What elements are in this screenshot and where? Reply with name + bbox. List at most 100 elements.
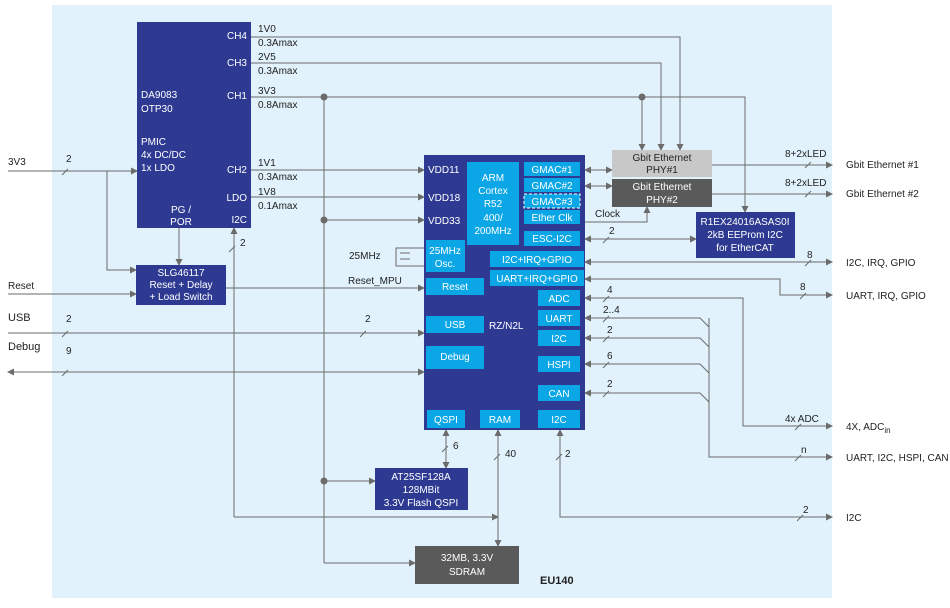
osc-label: Osc.	[435, 259, 456, 270]
eeprom-label: R1EX24016ASAS0I	[701, 217, 790, 228]
bus-width: 2	[66, 154, 72, 165]
junction-dot	[320, 216, 328, 224]
mpu-uart: UART	[545, 314, 572, 325]
eeprom-label: for EtherCAT	[716, 243, 774, 254]
cpu-label: ARM	[482, 173, 504, 184]
ether-clk: Ether Clk	[531, 213, 573, 224]
pmic-ldo: 1x LDO	[141, 163, 175, 174]
mpu-qspi: QSPI	[434, 415, 458, 426]
output-i2c-irq-gpio: I2C, IRQ, GPIO	[846, 258, 916, 269]
output-eth2: Gbit Ethernet #2	[846, 189, 919, 200]
phy1-label: Gbit Ethernet	[633, 153, 692, 164]
bus-width: 2	[565, 449, 571, 460]
eeprom-label: 2kB EEProm I2C	[707, 230, 783, 241]
slg-name: SLG46117	[157, 268, 205, 279]
sdram-block: 32MB, 3.3V SDRAM	[415, 546, 519, 584]
phy1-label: PHY#1	[646, 165, 678, 176]
phy2-block: Gbit Ethernet PHY#2	[612, 179, 712, 207]
esc-i2c: ESC-I2C	[532, 234, 571, 245]
rail-3v3-current: 0.8Amax	[258, 100, 297, 111]
flash-label: 128MBit	[403, 485, 440, 496]
bus-width: 40	[505, 449, 517, 460]
rail-1v1: 1V1	[258, 158, 276, 169]
rail-3v3: 3V3	[258, 86, 276, 97]
output-i2c: I2C	[846, 513, 862, 524]
mpu-hspi: HSPI	[547, 360, 570, 371]
pmic-type: PMIC	[141, 137, 166, 148]
outputs: Gbit Ethernet #1 Gbit Ethernet #2 I2C, I…	[846, 160, 949, 524]
pmic-name: DA9083	[141, 90, 178, 101]
crystal-label: 25MHz	[349, 251, 381, 262]
mpu-reset: Reset	[442, 282, 468, 293]
pmic-block: DA9083 OTP30 PMIC 4x DC/DC 1x LDO CH4 CH…	[137, 22, 251, 228]
junction-dot	[638, 93, 646, 101]
pin-por: POR	[170, 217, 192, 228]
rail-1v0: 1V0	[258, 24, 276, 35]
output-uart-irq-gpio: UART, IRQ, GPIO	[846, 291, 926, 302]
bus-width: 8+2xLED	[785, 178, 826, 189]
pin-ch3: CH3	[227, 58, 247, 69]
rail-1v0-current: 0.3Amax	[258, 38, 297, 49]
input-usb: USB	[8, 312, 31, 324]
output-eth1: Gbit Ethernet #1	[846, 160, 919, 171]
bus-width: 6	[453, 441, 459, 452]
bus-width: 2	[803, 505, 809, 516]
mpu-can: CAN	[548, 389, 569, 400]
bus-width: 2	[607, 325, 613, 336]
junction-dot	[320, 477, 328, 485]
mpu-adc: ADC	[548, 294, 569, 305]
gmac1: GMAC#1	[531, 165, 573, 176]
mpu-i2c-bottom: I2C	[551, 415, 567, 426]
rail-1v1-current: 0.3Amax	[258, 172, 297, 183]
sdram-label: SDRAM	[449, 567, 485, 578]
pin-ch2: CH2	[227, 165, 247, 176]
rail-2v5: 2V5	[258, 52, 276, 63]
bus-width: 2	[66, 314, 72, 325]
gmac2: GMAC#2	[531, 181, 573, 192]
junction-dot	[320, 93, 328, 101]
gmac3: GMAC#3	[531, 197, 573, 208]
bus-width: 2	[609, 226, 615, 237]
bus-width: 2	[607, 379, 613, 390]
sdram-label: 32MB, 3.3V	[441, 553, 494, 564]
slg-block: SLG46117 Reset + Delay + Load Switch	[136, 265, 226, 305]
flash-block: AT25SF128A 128MBit 3.3V Flash QSPI	[375, 468, 468, 510]
bus-width: 8	[800, 282, 806, 293]
mpu-block: VDD11 VDD18 VDD33 ARM Cortex R52 400/ 20…	[424, 155, 585, 430]
phy1-block: Gbit Ethernet PHY#1	[612, 150, 712, 177]
pin-vdd11: VDD11	[428, 165, 460, 176]
reset-mpu-label: Reset_MPU	[348, 276, 402, 287]
osc-label: 25MHz	[429, 246, 461, 257]
uart-irq-gpio: UART+IRQ+GPIO	[496, 274, 578, 285]
block-diagram: DA9083 OTP30 PMIC 4x DC/DC 1x LDO CH4 CH…	[7, 5, 949, 598]
flash-label: 3.3V Flash QSPI	[384, 498, 458, 509]
input-debug: Debug	[8, 341, 40, 353]
cpu-label: 400/	[483, 213, 503, 224]
pin-ch4: CH4	[227, 31, 247, 42]
pin-vdd18: VDD18	[428, 193, 461, 204]
rail-2v5-current: 0.3Amax	[258, 66, 297, 77]
slg-desc2: + Load Switch	[149, 292, 212, 303]
output-multi: UART, I2C, HSPI, CAN	[846, 453, 949, 464]
pin-vdd33: VDD33	[428, 216, 461, 227]
phy2-label: Gbit Ethernet	[633, 182, 692, 193]
output-adc-label: 4X, ADC	[846, 422, 884, 433]
mpu-usb: USB	[445, 320, 466, 331]
bus-width: 6	[607, 351, 613, 362]
pin-i2c: I2C	[231, 215, 247, 226]
clock-label: Clock	[595, 209, 621, 220]
bus-width: 9	[66, 346, 72, 357]
pmic-variant: OTP30	[141, 104, 173, 115]
flash-label: AT25SF128A	[391, 472, 451, 483]
bus-width: 8	[807, 250, 813, 261]
output-adc: 4X, ADCin	[846, 422, 891, 435]
cpu-label: 200MHz	[474, 226, 511, 237]
mpu-i2c: I2C	[551, 334, 567, 345]
bus-width: n	[801, 445, 807, 456]
mpu-ram: RAM	[489, 415, 511, 426]
board-name: EU140	[540, 575, 574, 587]
input-3v3: 3V3	[8, 157, 26, 168]
cpu-label: R52	[484, 199, 503, 210]
pmic-dcdc: 4x DC/DC	[141, 150, 186, 161]
mpu-debug: Debug	[440, 352, 469, 363]
